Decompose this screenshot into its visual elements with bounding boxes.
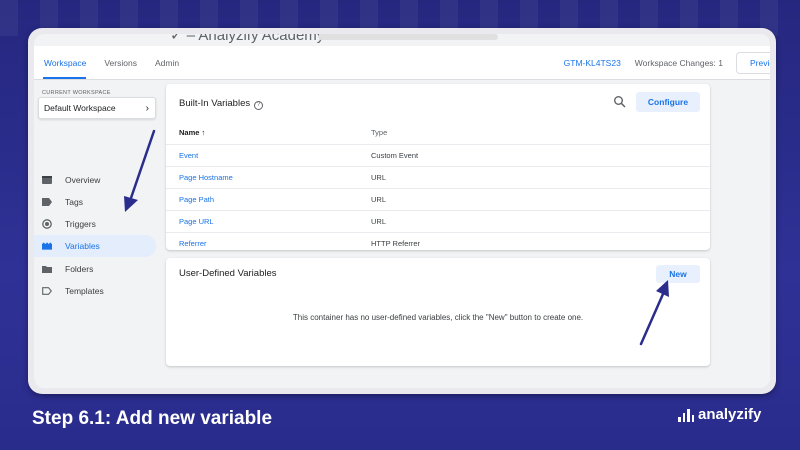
builtin-variables-title: Built-In Variables? bbox=[179, 98, 264, 110]
chevron-right-icon: › bbox=[145, 102, 149, 114]
search-bar-partial bbox=[318, 34, 498, 40]
table-row: Page Hostname URL bbox=[166, 165, 710, 188]
sidebar-item-triggers[interactable]: Triggers bbox=[34, 213, 156, 235]
sidebar-item-templates[interactable]: Templates bbox=[34, 280, 156, 302]
variable-name-link[interactable]: Referrer bbox=[166, 231, 371, 254]
user-defined-variables-title: User-Defined Variables bbox=[179, 268, 277, 279]
table-row: Referrer HTTP Referrer bbox=[166, 231, 710, 254]
workspace-changes: Workspace Changes: 1 bbox=[634, 57, 723, 68]
search-icon[interactable] bbox=[613, 95, 627, 109]
nav-right: GTM-KL4TS23 Workspace Changes: 1 Preview bbox=[564, 46, 770, 79]
sidebar-item-variables[interactable]: Variables bbox=[34, 235, 156, 257]
workspace-name: Default Workspace bbox=[44, 103, 116, 113]
variable-type: Custom Event bbox=[371, 143, 710, 166]
window-title: ✓ – Analyzify Academy bbox=[170, 34, 325, 44]
table-row: Page URL URL bbox=[166, 209, 710, 232]
sidebar-item-overview[interactable]: Overview bbox=[34, 169, 156, 191]
tab-workspace[interactable]: Workspace bbox=[34, 46, 95, 79]
variable-name-link[interactable]: Page Hostname bbox=[166, 165, 371, 188]
new-variable-button[interactable]: New bbox=[656, 265, 700, 283]
variable-type: URL bbox=[371, 209, 710, 232]
variable-name-link[interactable]: Event bbox=[166, 143, 371, 166]
column-header-type: Type bbox=[371, 128, 388, 138]
overview-icon bbox=[42, 176, 52, 184]
sidebar-item-label: Overview bbox=[65, 175, 101, 185]
sidebar-item-tags[interactable]: Tags bbox=[34, 191, 156, 213]
screenshot-frame: ✓ – Analyzify Academy Workspace Versions… bbox=[28, 28, 776, 394]
variable-type: HTTP Referrer bbox=[371, 231, 710, 254]
template-icon bbox=[42, 287, 52, 295]
column-name-label: Name bbox=[179, 128, 200, 138]
sidebar-item-label: Tags bbox=[65, 197, 83, 207]
top-navigation: Workspace Versions Admin GTM-KL4TS23 Wor… bbox=[34, 46, 770, 80]
sidebar-item-label: Variables bbox=[65, 241, 100, 251]
empty-state-message: This container has no user-defined varia… bbox=[292, 313, 584, 322]
container-id-link[interactable]: GTM-KL4TS23 bbox=[564, 58, 621, 68]
tab-admin[interactable]: Admin bbox=[146, 46, 188, 79]
help-icon[interactable]: ? bbox=[254, 101, 264, 110]
sidebar-item-label: Templates bbox=[65, 286, 104, 296]
builtin-title-text: Built-In Variables bbox=[179, 98, 251, 109]
gtm-screen: ✓ – Analyzify Academy Workspace Versions… bbox=[34, 34, 770, 388]
current-workspace-label: CURRENT WORKSPACE bbox=[42, 90, 111, 96]
builtin-variables-card: Built-In Variables? Configure Name ↑ Typ… bbox=[166, 84, 710, 254]
column-header-name[interactable]: Name ↑ bbox=[166, 122, 371, 144]
step-caption: Step 6.1: Add new variable bbox=[32, 408, 273, 429]
preview-button[interactable]: Preview bbox=[736, 51, 770, 74]
variable-type: URL bbox=[371, 187, 710, 210]
tag-icon bbox=[42, 198, 52, 206]
sidebar: CURRENT WORKSPACE Default Workspace › Ov… bbox=[34, 81, 160, 388]
trigger-icon bbox=[42, 219, 52, 229]
sidebar-item-label: Folders bbox=[65, 264, 94, 274]
variable-name-link[interactable]: Page Path bbox=[166, 187, 371, 210]
variable-type: URL bbox=[371, 165, 710, 188]
tab-versions[interactable]: Versions bbox=[95, 46, 146, 79]
table-row: Event Custom Event bbox=[166, 143, 710, 166]
sort-arrow-up-icon: ↑ bbox=[201, 128, 206, 138]
logo-wordmark: analyzify bbox=[698, 406, 762, 423]
table-row: Page Path URL bbox=[166, 187, 710, 210]
brand-logo: analyzify bbox=[678, 406, 761, 423]
sidebar-item-label: Triggers bbox=[65, 219, 96, 229]
builtin-variables-table: Name ↑ Type Event Custom Event Page Host… bbox=[166, 122, 710, 254]
logo-bars-icon bbox=[678, 407, 694, 422]
user-defined-variables-card: User-Defined Variables New This containe… bbox=[166, 258, 710, 366]
variables-icon bbox=[42, 242, 52, 250]
variable-name-link[interactable]: Page URL bbox=[166, 209, 371, 232]
sidebar-item-folders[interactable]: Folders bbox=[34, 258, 156, 280]
folder-icon bbox=[42, 265, 52, 273]
workspace-selector[interactable]: Default Workspace › bbox=[38, 97, 156, 119]
configure-button[interactable]: Configure bbox=[636, 92, 700, 112]
